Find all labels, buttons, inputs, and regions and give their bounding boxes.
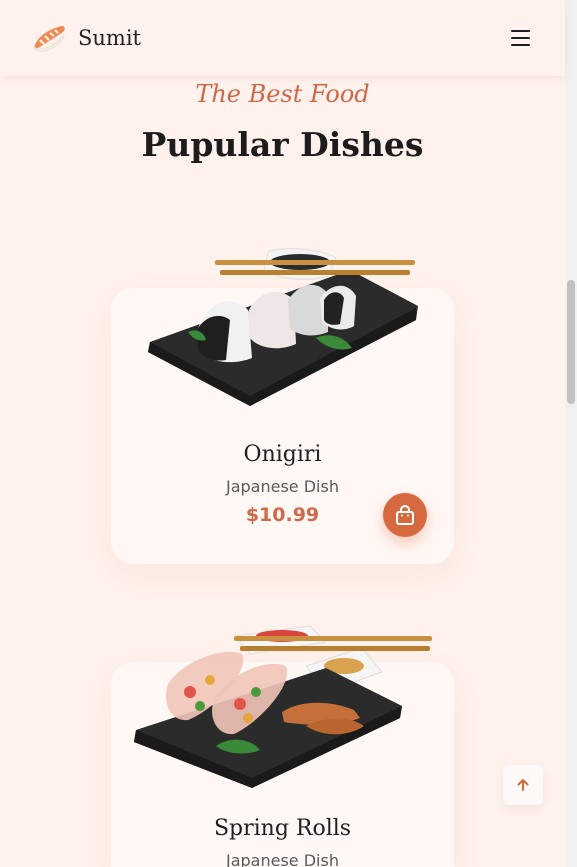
section-subtitle: The Best Food: [195, 80, 370, 108]
onigiri-plate-image: [148, 248, 418, 406]
section-title: Pupular Dishes: [141, 125, 424, 164]
dish-type: Japanese Dish: [226, 851, 339, 867]
shopping-bag-icon: [396, 505, 414, 525]
page-scrollbar[interactable]: [565, 0, 577, 867]
arrow-up-icon: [517, 779, 529, 791]
logo[interactable]: Sumit: [32, 23, 141, 53]
dish-name: Onigiri: [243, 442, 322, 467]
spring-rolls-plate-image: [134, 625, 432, 788]
site-header: Sumit: [0, 0, 565, 76]
scrollbar-thumb[interactable]: [567, 280, 575, 404]
hamburger-menu-icon[interactable]: [511, 29, 533, 47]
add-to-cart-button[interactable]: [383, 493, 427, 537]
sushi-icon: [33, 26, 65, 52]
dish-name: Spring Rolls: [213, 816, 352, 841]
scroll-to-top-button[interactable]: [503, 765, 543, 805]
brand-name: Sumit: [78, 26, 141, 50]
